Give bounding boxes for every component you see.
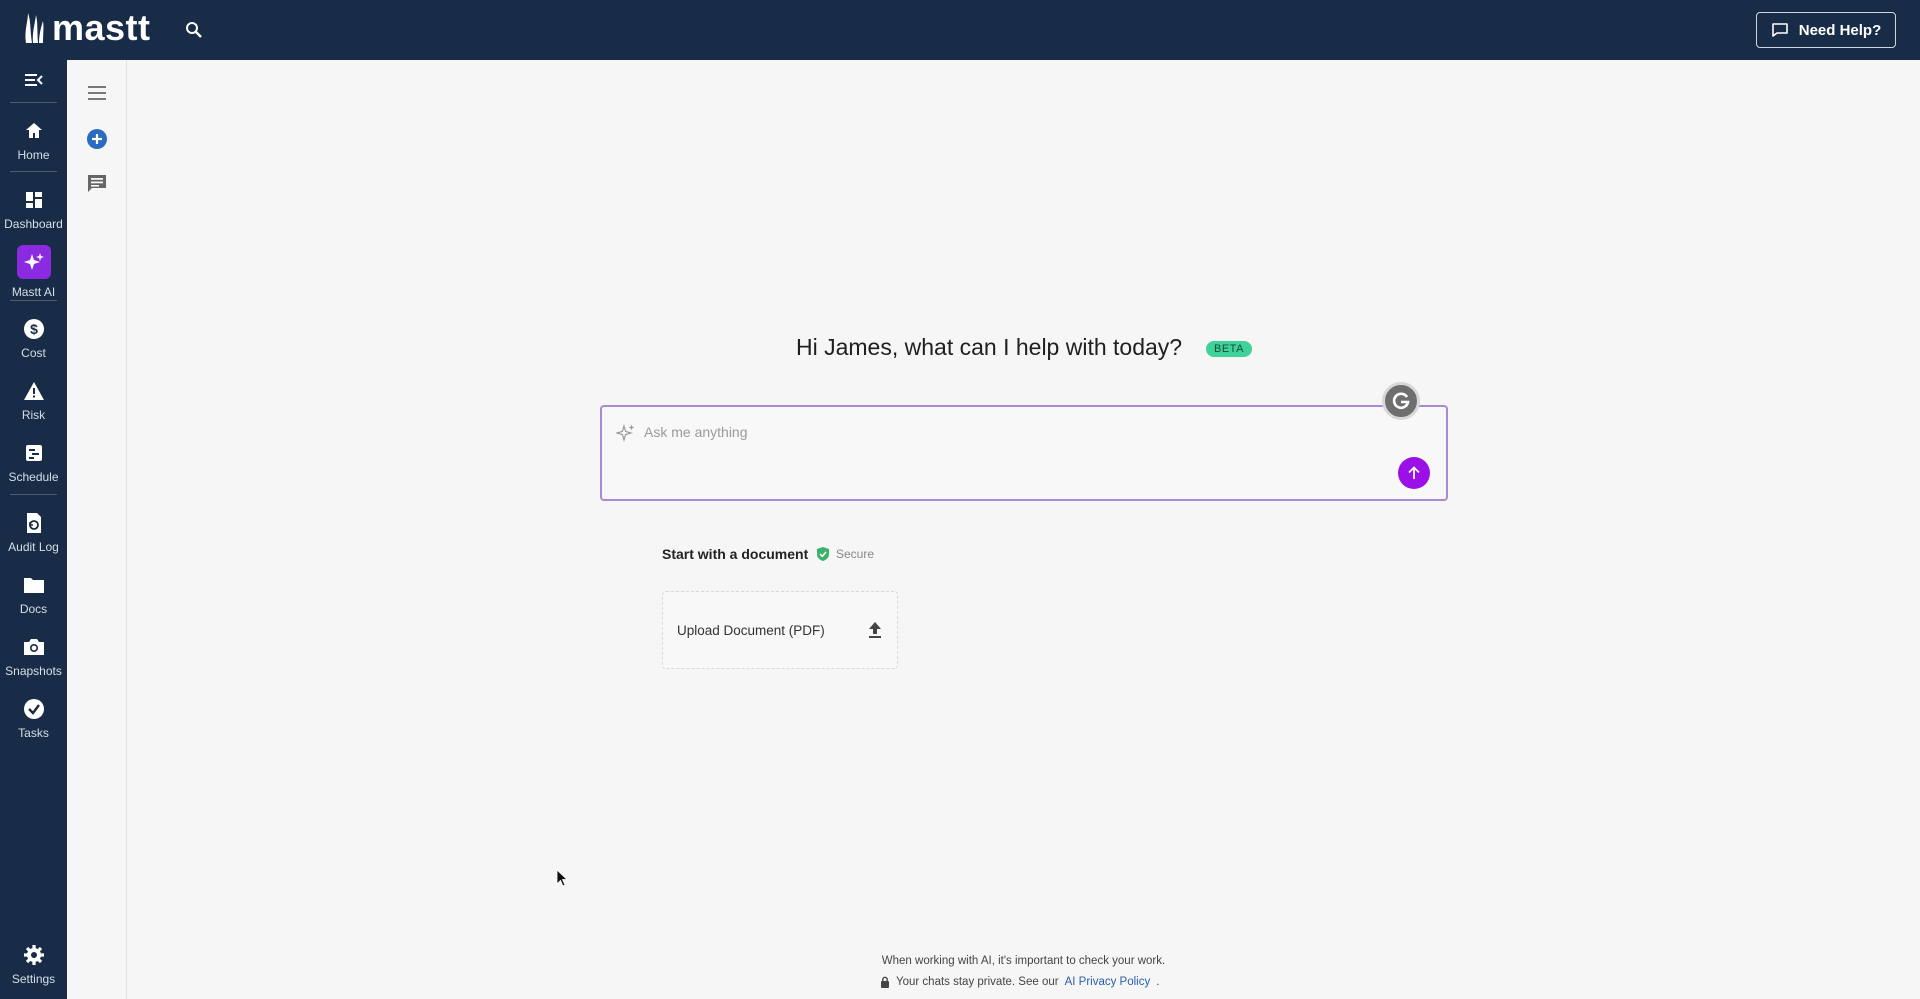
nav-item-mastt-ai[interactable]: Mastt AI xyxy=(0,245,67,305)
menu-icon[interactable] xyxy=(85,81,109,105)
schedule-icon xyxy=(23,442,45,464)
ask-box[interactable] xyxy=(600,405,1448,501)
nav-label-docs: Docs xyxy=(19,602,48,616)
mastt-logo-icon xyxy=(25,13,44,43)
mouse-cursor-icon xyxy=(556,869,568,887)
chat-sidebar xyxy=(67,60,127,999)
privacy-note: Your chats stay private. See our AI Priv… xyxy=(880,976,1159,988)
beta-badge: BETA xyxy=(1206,341,1252,357)
home-icon xyxy=(23,120,45,142)
need-help-label: Need Help? xyxy=(1798,21,1882,39)
start-document-heading: Start with a document xyxy=(662,546,809,562)
privacy-text: Your chats stay private. See our xyxy=(896,976,1059,988)
nav-item-docs[interactable]: Docs xyxy=(0,570,67,628)
secure-indicator: Secure xyxy=(816,546,874,562)
nav-divider xyxy=(10,300,57,301)
nav-label-snapshots: Snapshots xyxy=(5,664,62,678)
shield-check-icon xyxy=(817,547,829,561)
folder-icon xyxy=(23,574,45,596)
ai-privacy-policy-link[interactable]: AI Privacy Policy xyxy=(1065,976,1151,988)
camera-icon xyxy=(23,636,45,658)
nav-label-cost: Cost xyxy=(21,346,46,360)
ask-input[interactable] xyxy=(644,417,1344,447)
chat-icon xyxy=(1771,23,1788,37)
nav-label-mastt-ai: Mastt AI xyxy=(11,285,56,299)
page-title: Hi James, what can I help with today? xyxy=(796,334,1183,360)
collapse-menu-icon[interactable] xyxy=(22,68,46,92)
nav-divider xyxy=(10,171,57,172)
privacy-period: . xyxy=(1156,976,1160,988)
brand-name: mastt xyxy=(52,7,151,48)
nav-label-dashboard: Dashboard xyxy=(4,217,63,231)
nav-label-schedule: Schedule xyxy=(8,470,59,484)
grammarly-icon[interactable] xyxy=(1382,382,1420,420)
nav-label-risk: Risk xyxy=(21,408,46,422)
upload-label: Upload Document (PDF) xyxy=(677,622,825,638)
top-bar: mastt Need Help? xyxy=(0,0,1920,60)
arrow-up-icon xyxy=(1408,466,1420,479)
nav-item-dashboard[interactable]: Dashboard xyxy=(0,185,67,243)
sparkle-icon xyxy=(614,423,636,443)
lock-icon xyxy=(881,976,889,988)
nav-label-settings: Settings xyxy=(11,972,56,986)
nav-item-snapshots[interactable]: Snapshots xyxy=(0,632,67,690)
nav-label-audit-log: Audit Log xyxy=(8,540,59,554)
nav-label-tasks: Tasks xyxy=(18,726,49,740)
nav-divider xyxy=(10,102,57,103)
nav-item-tasks[interactable]: Tasks xyxy=(0,694,67,752)
dashboard-icon xyxy=(23,189,45,211)
left-nav: Home Dashboard Mastt AI $ Cost Risk Sche… xyxy=(0,60,67,999)
check-circle-icon xyxy=(23,698,45,720)
warning-icon xyxy=(23,380,45,402)
need-help-button[interactable]: Need Help? xyxy=(1756,12,1896,48)
dollar-icon: $ xyxy=(23,318,45,340)
mastt-logo[interactable]: mastt xyxy=(22,8,151,48)
secure-label: Secure xyxy=(836,547,875,561)
nav-item-cost[interactable]: $ Cost xyxy=(0,314,67,372)
chat-history-icon[interactable] xyxy=(85,172,109,196)
nav-item-risk[interactable]: Risk xyxy=(0,376,67,434)
nav-item-settings[interactable]: Settings xyxy=(0,940,67,998)
nav-item-audit-log[interactable]: Audit Log xyxy=(0,508,67,566)
sparkle-icon xyxy=(16,245,51,279)
nav-label-home: Home xyxy=(17,148,50,162)
search-icon[interactable] xyxy=(184,20,204,40)
upload-icon xyxy=(869,622,881,638)
new-chat-icon[interactable] xyxy=(85,127,109,151)
ai-disclaimer: When working with AI, it's important to … xyxy=(881,955,1166,967)
send-button[interactable] xyxy=(1398,457,1430,489)
audit-icon xyxy=(23,512,45,534)
nav-item-schedule[interactable]: Schedule xyxy=(0,438,67,496)
nav-divider xyxy=(10,494,57,495)
svg-text:$: $ xyxy=(30,321,38,337)
nav-item-home[interactable]: Home xyxy=(0,116,67,174)
upload-document-button[interactable]: Upload Document (PDF) xyxy=(662,591,898,669)
